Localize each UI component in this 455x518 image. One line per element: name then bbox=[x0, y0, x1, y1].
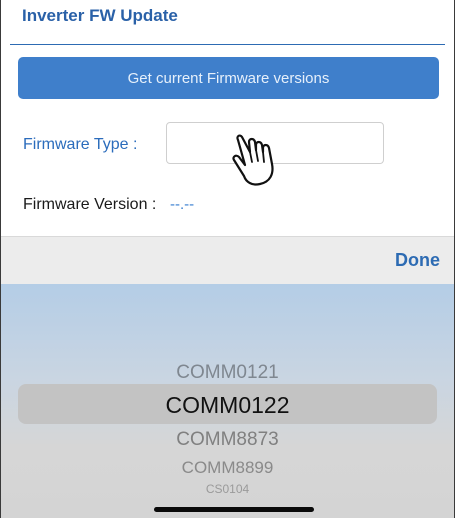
header-divider bbox=[10, 44, 445, 45]
firmware-type-label: Firmware Type : bbox=[23, 136, 138, 153]
firmware-type-picker[interactable]: COMM0121 COMM0122 COMM8873 COMM8899 CS01… bbox=[1, 284, 454, 518]
picker-option[interactable]: CS0104 bbox=[1, 482, 454, 496]
picker-option[interactable]: COMM0121 bbox=[1, 362, 454, 384]
home-indicator[interactable] bbox=[154, 507, 314, 512]
picker-option[interactable]: COMM8873 bbox=[1, 429, 454, 451]
get-firmware-versions-button[interactable]: Get current Firmware versions bbox=[18, 57, 439, 99]
picker-option-selected[interactable]: COMM0122 bbox=[1, 392, 454, 419]
picker-toolbar: Done bbox=[1, 236, 454, 285]
pointing-hand-icon bbox=[232, 134, 274, 186]
done-button[interactable]: Done bbox=[395, 250, 440, 271]
firmware-version-value: --.-- bbox=[170, 196, 195, 213]
picker-option[interactable]: COMM8899 bbox=[1, 458, 454, 478]
firmware-version-label: Firmware Version : bbox=[23, 196, 157, 213]
page-title: Inverter FW Update bbox=[22, 6, 178, 25]
